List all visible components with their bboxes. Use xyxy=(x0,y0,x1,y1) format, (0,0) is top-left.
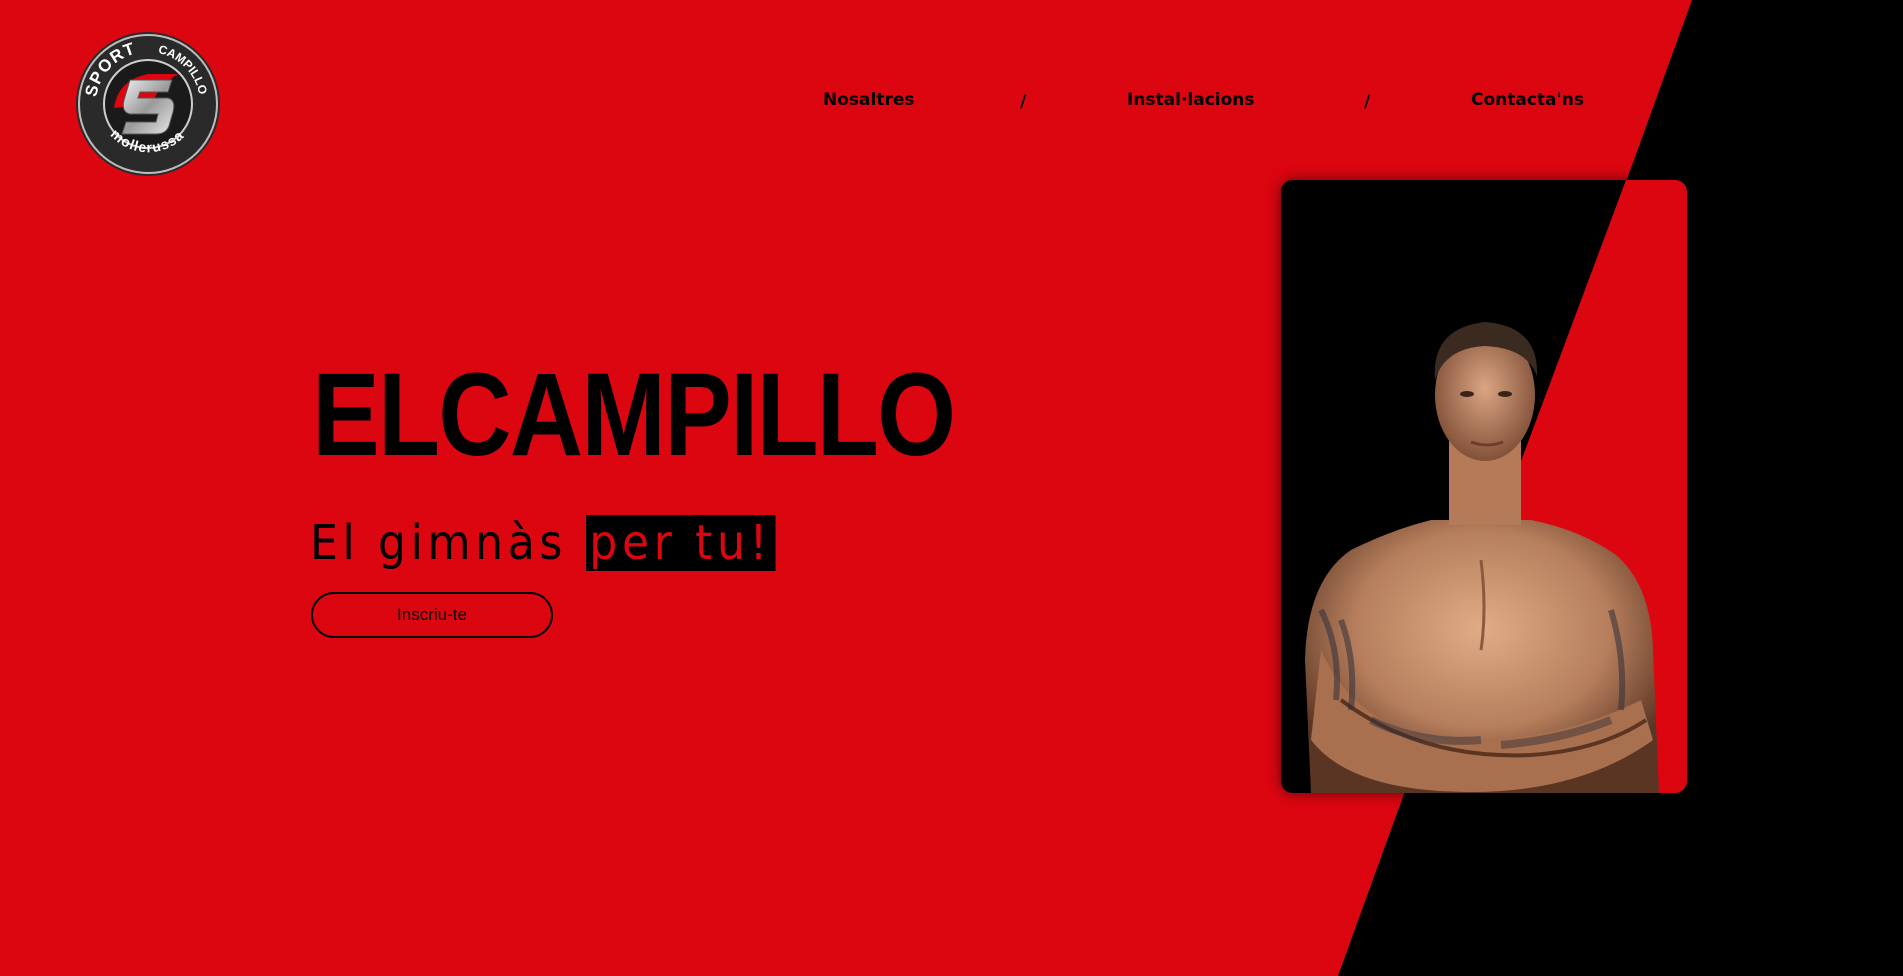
hero-subtitle: El gimnàs per tu! xyxy=(310,512,776,574)
nav-item-nosaltres[interactable]: Nosaltres xyxy=(823,90,914,110)
nav-separator: / xyxy=(1020,92,1027,112)
hero-title: ELCAMPILLO xyxy=(312,349,956,481)
page: SPORT CAMPILLO mollerussa Nosaltres / In… xyxy=(0,0,1903,976)
hero-subtitle-highlight: per tu! xyxy=(585,515,776,571)
nav-item-contactans[interactable]: Contacta'ns xyxy=(1471,90,1584,110)
nav-item-installacions[interactable]: Instal·lacions xyxy=(1127,90,1255,110)
main-nav: Nosaltres / Instal·lacions / Contacta'ns xyxy=(0,90,1903,116)
nav-separator: / xyxy=(1364,92,1371,112)
hero-subtitle-plain: El gimnàs xyxy=(310,515,567,571)
athlete-photo-card xyxy=(1281,180,1687,793)
signup-button[interactable]: Inscriu-te xyxy=(311,592,553,638)
athlete-photo-icon xyxy=(1281,180,1687,793)
